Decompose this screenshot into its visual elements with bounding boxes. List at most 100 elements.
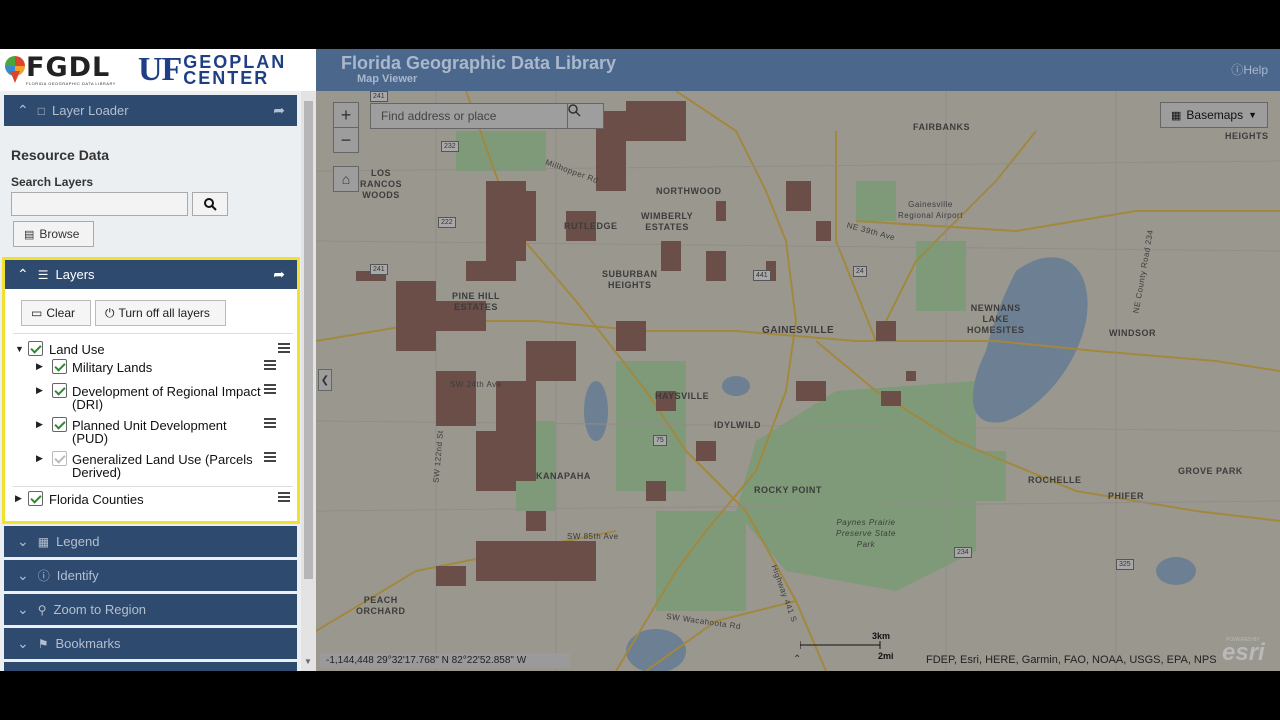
sidebar-scrollbar-thumb[interactable] — [304, 101, 313, 579]
place-label: LOS RANCOS WOODS — [360, 168, 403, 200]
place-label: ROCKY POINT — [754, 485, 822, 495]
place-label: PEACH ORCHARD — [356, 595, 406, 616]
menu-icon[interactable] — [264, 360, 276, 370]
grid-icon: ▦ — [1171, 109, 1182, 122]
chevron-down-icon: ⌄ — [17, 567, 29, 583]
route-shield: 24 — [853, 266, 867, 277]
panel-identify[interactable]: ⌄ ⓘ Identify — [4, 560, 297, 591]
place-label: SUBURBAN HEIGHTS — [602, 269, 658, 290]
browse-button[interactable]: ▤ Browse — [13, 221, 94, 247]
fgdl-logo[interactable]: FGDL FLORIDA GEOGRAPHIC DATA LIBRARY — [4, 51, 116, 86]
place-label: PHIFER — [1108, 491, 1145, 501]
layer-label-land-use: Land Use — [49, 342, 105, 357]
app-subtitle: Map Viewer — [357, 73, 418, 85]
caret-down-icon[interactable]: ▼ — [15, 344, 24, 354]
layer-checkbox-land-use[interactable] — [28, 341, 43, 356]
place-label: WIMBERLY ESTATES — [641, 211, 694, 232]
resource-data-title: Resource Data — [11, 147, 110, 163]
route-shield: 241 — [370, 91, 388, 102]
fgdl-logo-subtext: FLORIDA GEOGRAPHIC DATA LIBRARY — [26, 80, 116, 86]
route-shield: 325 — [1116, 559, 1134, 570]
map-search-button[interactable] — [567, 104, 603, 128]
search-layers-button[interactable] — [192, 192, 228, 216]
legend-icon: ▦ — [37, 534, 50, 549]
layer-checkbox-generalized-land-use[interactable] — [52, 451, 67, 466]
search-layers-label: Search Layers — [11, 175, 94, 189]
menu-icon[interactable] — [278, 492, 290, 502]
layer-label-pud-2: (PUD) — [72, 431, 109, 446]
fgdl-logo-text: FGDL — [26, 51, 111, 83]
menu-icon[interactable] — [264, 384, 276, 394]
chevron-down-icon: ⌄ — [17, 533, 29, 549]
layer-checkbox-florida-counties[interactable] — [28, 491, 43, 506]
search-layers-input[interactable] — [11, 192, 188, 216]
zoom-in-button[interactable]: + — [333, 102, 359, 128]
layer-checkbox-dri[interactable] — [52, 383, 67, 398]
chevron-down-icon: ⌄ — [17, 601, 29, 617]
caret-right-icon[interactable]: ▶ — [36, 361, 43, 372]
map-icon: □ — [37, 103, 45, 118]
coordinates-readout: -1,144,448 29°32'17.768" N 82°22'52.858"… — [320, 653, 570, 668]
scroll-down-icon[interactable]: ▼ — [304, 657, 312, 666]
home-button[interactable]: ⌂ — [333, 166, 359, 192]
place-label: PINE HILL ESTATES — [452, 291, 501, 312]
place-label: Paynes Prairie Preserve State Park — [836, 518, 896, 549]
search-icon — [568, 104, 581, 117]
map-search — [370, 103, 604, 129]
panel-next[interactable] — [4, 662, 297, 671]
share-icon[interactable]: ➦ — [273, 266, 285, 283]
browse-label: Browse — [39, 227, 80, 241]
map-search-input[interactable] — [371, 104, 567, 128]
caret-right-icon[interactable]: ▶ — [15, 493, 22, 504]
caret-right-icon[interactable]: ▶ — [36, 385, 43, 396]
map-view[interactable]: FAIRBANKS LOS RANCOS WOODS NORTHWOOD WIMBE… — [316, 91, 1280, 671]
panel-layers[interactable]: ⌃ ☰ Layers ➦ — [5, 260, 297, 289]
menu-icon[interactable] — [264, 418, 276, 428]
help-link[interactable]: ⓘHelp — [1231, 61, 1268, 78]
panel-zoom-to-region[interactable]: ⌄ ⚲ Zoom to Region — [4, 594, 297, 625]
logo-bar: FGDL FLORIDA GEOGRAPHIC DATA LIBRARY UF … — [0, 49, 316, 91]
menu-icon[interactable] — [278, 343, 290, 353]
zoom-icon: ⚲ — [37, 602, 47, 617]
place-label: ROCHELLE — [1028, 475, 1082, 485]
clear-button[interactable]: ▭ Clear — [21, 300, 91, 326]
chevron-down-icon: ⌄ — [17, 635, 29, 651]
panel-layer-loader-label: Layer Loader — [51, 103, 129, 118]
menu-icon[interactable] — [264, 452, 276, 462]
list-icon: ☰ — [37, 267, 49, 282]
route-shield: 234 — [954, 547, 972, 558]
route-shield: 441 — [753, 270, 771, 281]
place-label: HAYSVILLE — [655, 391, 710, 401]
place-label: WINDSOR — [1109, 328, 1156, 338]
panel-legend[interactable]: ⌄ ▦ Legend — [4, 526, 297, 557]
caret-right-icon[interactable]: ▶ — [36, 453, 43, 464]
share-icon[interactable]: ➦ — [273, 102, 285, 119]
panel-bookmarks[interactable]: ⌄ ⚑ Bookmarks — [4, 628, 297, 659]
layer-checkbox-military-lands[interactable] — [52, 359, 67, 374]
panel-layer-loader[interactable]: ⌃ □ Layer Loader ➦ — [4, 95, 297, 126]
basemaps-dropdown[interactable]: ▦ Basemaps ▼ — [1160, 102, 1268, 128]
collapse-sidebar-button[interactable]: ❮ — [318, 369, 332, 391]
app-title: Florida Geographic Data Library — [341, 53, 617, 73]
layer-checkbox-pud[interactable] — [52, 417, 67, 432]
uf-geoplan-logo[interactable]: UF GEOPLAN CENTER — [138, 51, 286, 89]
place-label: NEWNANS LAKE HOMESITES — [967, 303, 1025, 335]
layer-label-florida-counties: Florida Counties — [49, 492, 144, 507]
route-shield: 241 — [370, 264, 388, 275]
caret-right-icon[interactable]: ▶ — [36, 419, 43, 430]
info-icon: ⓘ — [37, 569, 50, 583]
attribution: FDEP, Esri, HERE, Garmin, FAO, NOAA, USG… — [926, 654, 1217, 666]
layer-label-generalized-land-use-2: Derived) — [72, 465, 122, 480]
place-label: RUTLEDGE — [564, 221, 618, 231]
uf-logo-text: UF — [137, 51, 182, 88]
turn-off-all-layers-button[interactable]: ⏻ Turn off all layers — [95, 300, 226, 326]
place-label: GROVE PARK — [1178, 466, 1243, 476]
place-label: IDYLWILD — [714, 420, 761, 430]
bookmark-icon: ⚑ — [37, 636, 49, 651]
sidebar: ⌃ □ Layer Loader ➦ Resource Data Search … — [0, 91, 316, 671]
caret-down-icon: ▼ — [1248, 110, 1258, 120]
street-label: SW 24th Ave — [450, 380, 502, 389]
place-label: GAINESVILLE — [762, 325, 835, 336]
layers-panel: ⌃ ☰ Layers ➦ ▭ Clear ⏻ Turn off all laye… — [2, 257, 300, 524]
zoom-out-button[interactable]: − — [333, 127, 359, 153]
